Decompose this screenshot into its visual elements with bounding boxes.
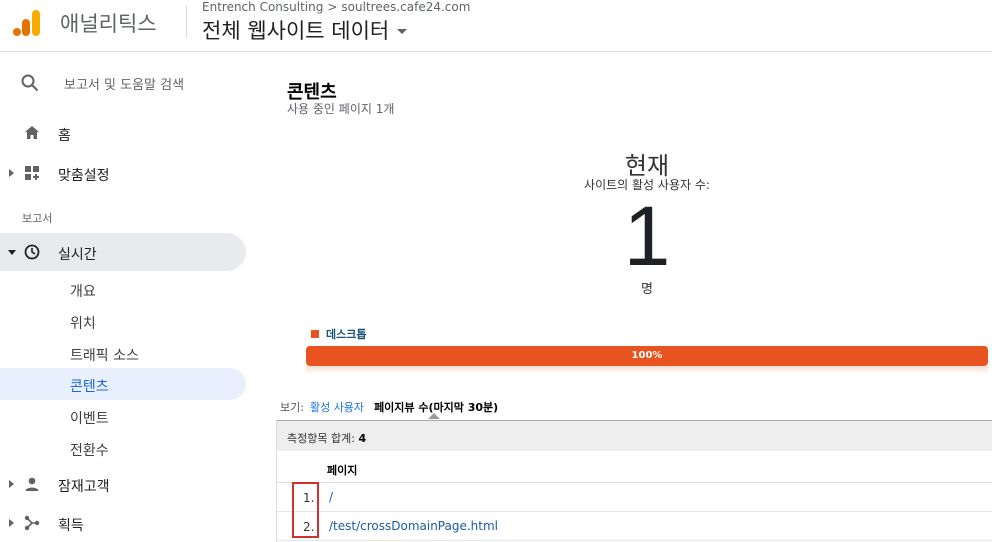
sidebar-sub-label: 트래픽 소스 xyxy=(70,348,139,364)
sidebar-sub-content[interactable]: 콘텐츠 xyxy=(0,368,246,400)
top-bar: 애널리틱스 Entrench Consulting > soultrees.cafe… xyxy=(0,0,992,52)
home-icon xyxy=(25,126,39,139)
sidebar-item-label: 실시간 xyxy=(58,247,97,263)
breadcrumb-separator: > xyxy=(327,0,338,14)
device-share-bar: 100% xyxy=(306,346,988,366)
active-users-count: 1 xyxy=(623,189,671,283)
clock-icon xyxy=(24,244,40,260)
view-option-active-users[interactable]: 활성 사용자 xyxy=(310,399,364,415)
column-header-page[interactable]: 페이지 xyxy=(327,462,357,478)
chevron-down-icon xyxy=(397,29,408,34)
view-toggle: 보기: 활성 사용자 페이지뷰 수(마지막 30분) xyxy=(280,399,498,419)
summary-value: 4 xyxy=(358,432,367,445)
person-icon xyxy=(25,477,39,491)
view-prefix: 보기: xyxy=(280,401,304,414)
legend-swatch xyxy=(311,330,319,338)
sidebar-sub-conversions[interactable]: 전환수 xyxy=(0,432,246,464)
sidebar-item-acquisition[interactable]: 획득 xyxy=(0,504,246,542)
sidebar-sub-location[interactable]: 위치 xyxy=(0,305,246,337)
page-path-link[interactable]: /test/crossDomainPage.html xyxy=(329,519,498,533)
sidebar-sub-overview[interactable]: 개요 xyxy=(0,273,246,305)
acquisition-icon xyxy=(24,515,40,531)
search-label: 보고서 및 도움말 검색 xyxy=(64,78,185,93)
sidebar-item-label: 획득 xyxy=(58,518,84,534)
unit-label: 명 xyxy=(641,282,653,297)
sidebar-item-customization[interactable]: 맞춤설정 xyxy=(0,154,246,192)
sidebar-sub-label: 전환수 xyxy=(70,443,109,459)
sidebar-item-audience[interactable]: 잠재고객 xyxy=(0,465,246,503)
breadcrumb-property: soultrees.cafe24.com xyxy=(341,0,471,14)
collapse-arrow-icon xyxy=(8,250,16,255)
header-divider xyxy=(186,6,187,38)
sidebar-sub-traffic-sources[interactable]: 트래픽 소스 xyxy=(0,337,246,369)
view-name: 전체 웹사이트 데이터 xyxy=(202,19,390,43)
table-row: 2. /test/crossDomainPage.html xyxy=(277,512,992,541)
sidebar-sub-events[interactable]: 이벤트 xyxy=(0,400,246,432)
section-reports-label: 보고서 xyxy=(22,212,53,225)
view-selector[interactable]: 전체 웹사이트 데이터 xyxy=(202,15,408,45)
sidebar-sub-label: 위치 xyxy=(70,316,96,332)
bar-shadow xyxy=(306,366,988,374)
page-subtitle: 사용 중인 페이지 1개 xyxy=(287,102,395,116)
sidebar-sub-label: 이벤트 xyxy=(70,411,109,427)
breadcrumb-account: Entrench Consulting xyxy=(202,0,324,14)
device-legend: 데스크톱 xyxy=(311,326,366,342)
sidebar: 보고서 및 도움말 검색 홈 맞춤설정 보고서 실시간 개요 위치 트래픽 소스… xyxy=(0,53,256,542)
sidebar-search[interactable]: 보고서 및 도움말 검색 xyxy=(0,65,256,99)
page-path-link[interactable]: / xyxy=(329,490,333,504)
sidebar-item-realtime[interactable]: 실시간 xyxy=(0,233,246,271)
breadcrumb[interactable]: Entrench Consulting > soultrees.cafe24.com xyxy=(202,0,470,14)
table-header: 페이지 xyxy=(277,451,992,483)
sidebar-item-home[interactable]: 홈 xyxy=(0,114,246,152)
search-icon xyxy=(21,74,39,92)
main-content: 콘텐츠 사용 중인 페이지 1개 현재 사이트의 활성 사용자 수: 1 명 데… xyxy=(270,68,992,542)
content-table: 측정항목 합계: 4 페이지 1. / 2. /test/crossDomain… xyxy=(276,420,992,542)
summary-label: 측정항목 합계: xyxy=(287,432,355,445)
metric-total-summary: 측정항목 합계: 4 xyxy=(277,421,992,451)
sidebar-sub-label: 개요 xyxy=(70,284,96,300)
sidebar-sub-label: 콘텐츠 xyxy=(70,379,109,395)
dashboard-grid-icon xyxy=(25,166,39,180)
legend-label: 데스크톱 xyxy=(326,328,367,341)
sidebar-item-label: 홈 xyxy=(58,128,71,144)
expand-arrow-icon xyxy=(9,169,14,177)
sidebar-item-label: 맞춤설정 xyxy=(58,168,110,184)
table-row: 1. / xyxy=(277,483,992,512)
expand-arrow-icon xyxy=(9,480,14,488)
view-option-pageviews[interactable]: 페이지뷰 수(마지막 30분) xyxy=(374,399,498,419)
app-name: 애널리틱스 xyxy=(60,12,157,36)
sidebar-item-label: 잠재고객 xyxy=(58,479,110,495)
highlight-box xyxy=(292,482,319,538)
analytics-logo-icon[interactable] xyxy=(12,8,42,38)
expand-arrow-icon xyxy=(9,519,14,527)
